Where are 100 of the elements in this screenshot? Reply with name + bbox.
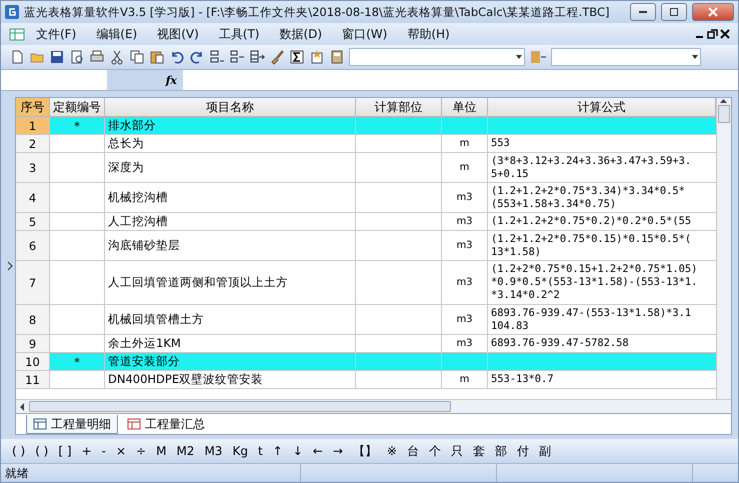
symbol-button[interactable]: - xyxy=(96,444,111,458)
table-cell: 余土外运1KM xyxy=(105,335,356,353)
print-preview-icon[interactable] xyxy=(69,49,85,65)
table-cell: 排水部分 xyxy=(105,117,356,135)
dropdown-caret-icon[interactable] xyxy=(692,55,698,59)
dropdown-field[interactable] xyxy=(349,48,525,66)
calculator-icon[interactable] xyxy=(329,49,345,65)
insert-row-icon[interactable] xyxy=(209,49,225,65)
spreadsheet-icon xyxy=(9,27,25,41)
brush-icon[interactable] xyxy=(269,49,285,65)
copy-icon[interactable] xyxy=(129,49,145,65)
scissors-icon[interactable] xyxy=(109,49,125,65)
symbol-button[interactable]: 套 xyxy=(468,442,490,460)
symbol-button[interactable]: 只 xyxy=(446,442,468,460)
column-header[interactable]: 定额编号 xyxy=(50,98,105,117)
scroll-left-icon[interactable] xyxy=(19,402,25,410)
dropdown-caret-icon[interactable] xyxy=(516,55,522,59)
menu-item[interactable]: 视图(V) xyxy=(148,26,208,42)
table-cell xyxy=(50,213,105,231)
row-number[interactable]: 9 xyxy=(16,335,50,353)
menu-item[interactable]: 帮助(H) xyxy=(398,26,459,42)
table-cell: (1.2+1.2+2*0.75*3.34)*3.34*0.5* (553+1.58+3.34*0.75) xyxy=(488,183,716,213)
save-icon[interactable] xyxy=(49,49,65,65)
symbol-button[interactable]: ※ xyxy=(382,444,402,458)
undo-icon[interactable] xyxy=(169,49,185,65)
table-cell: 553-13*0.7 xyxy=(488,371,716,389)
menu-item[interactable]: 文件(F) xyxy=(27,26,86,42)
row-number[interactable]: 1 xyxy=(16,117,50,135)
append-row-icon[interactable] xyxy=(249,49,265,65)
symbol-button[interactable]: 付 xyxy=(512,442,534,460)
table-cell: * xyxy=(50,353,105,371)
table-cell xyxy=(442,353,488,371)
table-cell: 总长为 xyxy=(105,135,356,153)
column-header[interactable]: 项目名称 xyxy=(105,98,356,117)
column-header[interactable]: 计算部位 xyxy=(356,98,442,117)
symbol-button[interactable]: ( ) xyxy=(30,444,54,458)
scroll-thumb[interactable] xyxy=(718,105,730,123)
dropdown-field[interactable] xyxy=(551,48,701,66)
symbol-button[interactable]: t xyxy=(252,444,268,458)
menu-item[interactable]: 数据(D) xyxy=(270,26,332,42)
symbol-button[interactable]: 部 xyxy=(490,442,512,460)
symbol-button[interactable]: M2 xyxy=(171,444,200,458)
table-cell: m3 xyxy=(442,183,488,213)
row-number[interactable]: 5 xyxy=(16,213,50,231)
row-number[interactable]: 10 xyxy=(16,353,50,371)
column-header[interactable]: 序号 xyxy=(16,98,50,117)
symbol-button[interactable]: 副 xyxy=(534,442,556,460)
symbol-button[interactable]: → xyxy=(328,444,348,458)
table-cell: 深度为 xyxy=(105,153,356,183)
redo-icon[interactable] xyxy=(189,49,205,65)
row-number[interactable]: 7 xyxy=(16,261,50,305)
row-number[interactable]: 4 xyxy=(16,183,50,213)
row-number[interactable]: 11 xyxy=(16,371,50,389)
table-cell: (3*8+3.12+3.24+3.36+3.47+3.59+3. 5+0.15 xyxy=(488,153,716,183)
symbol-button[interactable]: ↑ xyxy=(268,444,288,458)
split-row-icon[interactable] xyxy=(229,49,245,65)
menu-item[interactable]: 编辑(E) xyxy=(87,26,146,42)
symbol-button[interactable]: × xyxy=(110,444,132,458)
table-icon xyxy=(33,418,47,430)
table-cell xyxy=(50,335,105,353)
table-cell: 6893.76-939.47-(553-13*1.58)*3.1 104.83 xyxy=(488,305,716,335)
horizontal-scrollbar[interactable] xyxy=(16,399,731,413)
column-header[interactable]: 计算公式 xyxy=(488,98,716,117)
vertical-scrollbar[interactable] xyxy=(716,98,731,399)
sheet-tab[interactable]: 工程量明细 xyxy=(26,415,118,434)
document-star-icon[interactable] xyxy=(309,49,325,65)
maximize-button[interactable] xyxy=(661,3,687,21)
row-number[interactable]: 8 xyxy=(16,305,50,335)
restore-icon[interactable] xyxy=(707,29,718,39)
symbol-button[interactable]: M3 xyxy=(199,444,228,458)
column-header[interactable]: 单位 xyxy=(442,98,488,117)
symbol-button[interactable]: M xyxy=(151,444,172,458)
scroll-thumb[interactable] xyxy=(29,401,451,412)
symbol-button[interactable]: 个 xyxy=(424,442,446,460)
table-cell: 人工挖沟槽 xyxy=(105,213,356,231)
symbol-button[interactable]: ↓ xyxy=(288,444,308,458)
symbol-button[interactable]: [ ] xyxy=(53,444,77,458)
symbol-button[interactable]: Kg xyxy=(227,444,253,458)
minimize-icon xyxy=(639,11,647,13)
close-icon[interactable] xyxy=(720,29,730,39)
symbol-button[interactable]: 【】 xyxy=(348,442,382,460)
table-cell: m xyxy=(442,153,488,183)
row-number[interactable]: 3 xyxy=(16,153,50,183)
row-number[interactable]: 2 xyxy=(16,135,50,153)
row-number[interactable]: 6 xyxy=(16,231,50,261)
symbol-button[interactable]: ÷ xyxy=(131,444,152,458)
symbol-button[interactable]: + xyxy=(76,444,97,458)
symbol-button[interactable]: 台 xyxy=(402,442,424,460)
minimize-button[interactable] xyxy=(630,3,656,21)
sigma-icon[interactable] xyxy=(289,49,305,65)
close-button[interactable] xyxy=(692,3,734,21)
menu-item[interactable]: 工具(T) xyxy=(210,26,268,42)
table-cell: 553 xyxy=(488,135,716,153)
symbol-button[interactable]: ← xyxy=(308,444,328,458)
table-cell: (1.2+1.2+2*0.75*0.2)*0.2*0.5*(55 xyxy=(488,213,716,231)
menu-item[interactable]: 窗口(W) xyxy=(333,26,396,42)
table-cell: 6893.76-939.47-5782.58 xyxy=(488,335,716,353)
symbol-button[interactable]: ( ) xyxy=(7,444,30,458)
paste-icon[interactable] xyxy=(149,49,165,65)
table-cell: 机械挖沟槽 xyxy=(105,183,356,213)
